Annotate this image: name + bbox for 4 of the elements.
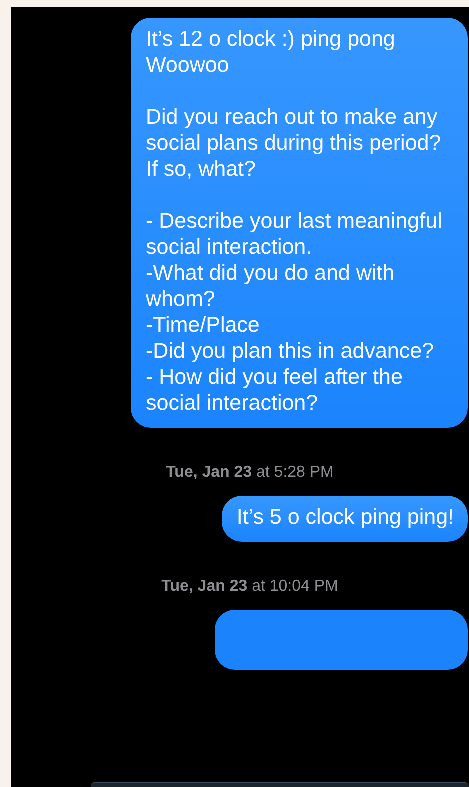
message-bubble: It’s 12 o clock :) ping pong Woowoo Did you reach out to make any social plans during this period? If so, what? - Describe your last meaningful social interaction. -What did you do and with whom? -Time/Place -Did you plan this in advance? - How did you feel after the social interaction? — [131, 18, 468, 428]
message-bubble: It’s 5 o clock ping ping! — [222, 496, 468, 542]
timestamp: Tue, Jan 23 at 5:28 PM — [165, 464, 335, 482]
timestamp: Tue, Jan 23 at 10:04 PM — [160, 578, 340, 596]
